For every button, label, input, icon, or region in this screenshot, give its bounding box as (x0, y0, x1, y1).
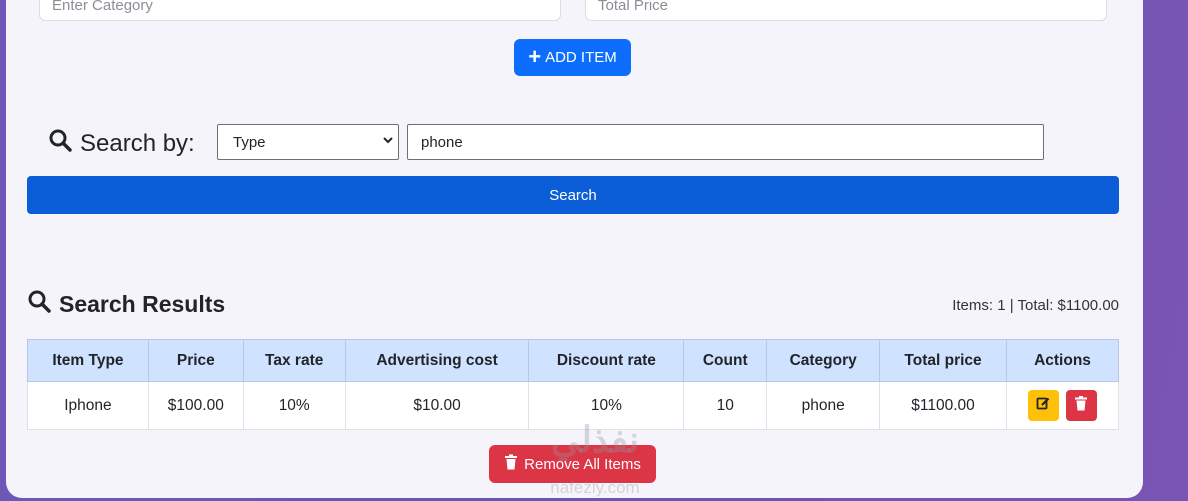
cell-item-type: Iphone (27, 381, 149, 430)
trash-icon (504, 454, 518, 474)
trash-icon (1074, 395, 1088, 416)
cell-tax-rate: 10% (242, 381, 346, 430)
column-header: Total price (879, 339, 1007, 382)
column-header: Discount rate (528, 339, 685, 382)
cell-actions (1005, 381, 1120, 430)
table-row: Iphone $100.00 10% $10.00 10% 10 phone $… (27, 381, 1120, 430)
plus-icon: + (528, 43, 542, 69)
search-button-label: Search (549, 186, 597, 204)
table-header-row: Item Type Price Tax rate Advertising cos… (27, 339, 1120, 382)
search-type-select[interactable]: Type (217, 124, 399, 160)
search-results-title: Search Results (27, 289, 225, 319)
column-header: Price (147, 339, 244, 382)
category-input[interactable]: Enter Category (39, 0, 561, 21)
remove-all-button[interactable]: Remove All Items (489, 445, 656, 483)
search-by-text: Search by: (80, 129, 195, 157)
edit-icon (1036, 396, 1050, 415)
results-table: Item Type Price Tax rate Advertising cos… (27, 339, 1120, 430)
search-button[interactable]: Search (27, 176, 1119, 214)
add-item-label: ADD ITEM (545, 49, 617, 66)
search-query-input[interactable]: phone (407, 124, 1044, 160)
search-results-text: Search Results (59, 290, 226, 317)
delete-button[interactable] (1065, 390, 1097, 421)
remove-all-label: Remove All Items (524, 455, 641, 473)
add-item-button[interactable]: + ADD ITEM (514, 39, 631, 76)
column-header: Tax rate (242, 339, 346, 382)
cell-count: 10 (683, 381, 768, 430)
cell-discount-rate: 10% (528, 381, 685, 430)
column-header: Advertising cost (344, 339, 530, 382)
search-icon (48, 128, 72, 159)
search-by-label: Search by: (48, 128, 195, 159)
edit-button[interactable] (1027, 390, 1059, 421)
column-header: Item Type (27, 339, 149, 382)
chevron-down-icon (382, 134, 394, 149)
cell-category: phone (766, 381, 881, 430)
search-type-value: Type (233, 134, 266, 151)
results-summary: Items: 1 | Total: $1100.00 (952, 297, 1119, 314)
cell-advertising-cost: $10.00 (344, 381, 530, 430)
column-header: Actions (1005, 339, 1120, 382)
search-results-icon (27, 289, 51, 319)
column-header: Category (766, 339, 881, 382)
column-header: Count (683, 339, 768, 382)
total-price-input[interactable]: Total Price (585, 0, 1107, 21)
cell-total-price: $1100.00 (879, 381, 1007, 430)
cell-price: $100.00 (147, 381, 244, 430)
